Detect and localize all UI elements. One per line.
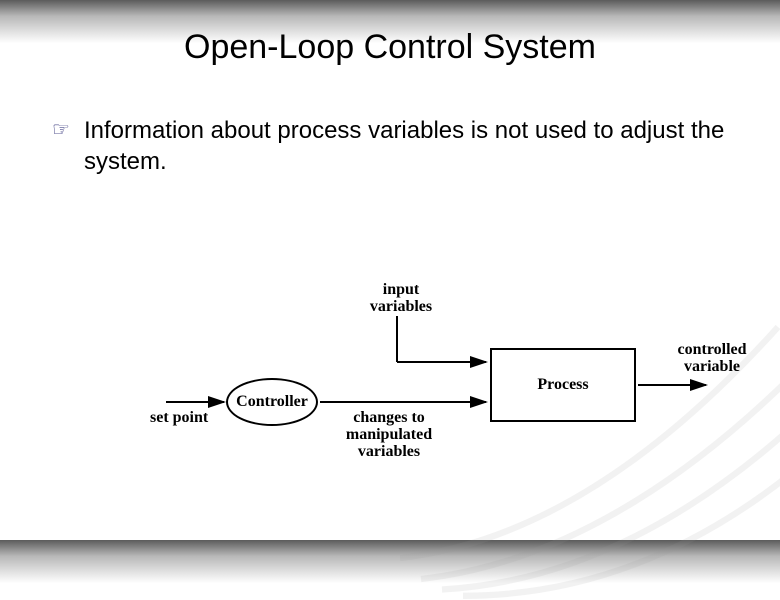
label-controller: Controller [236, 394, 308, 411]
page-title: Open-Loop Control System [0, 0, 780, 67]
bullet-text: Information about process variables is n… [84, 115, 740, 177]
open-loop-diagram: set point Controller inputvariables chan… [0, 0, 780, 540]
bullet-item: ☞ Information about process variables is… [0, 115, 780, 177]
label-controlled-variable: controlledvariable [670, 342, 754, 376]
label-input-variables: inputvariables [366, 282, 436, 316]
pointer-icon: ☞ [52, 117, 70, 142]
process-node: Process [490, 348, 636, 422]
label-set-point: set point [150, 410, 208, 427]
diagram-lines [0, 0, 780, 540]
label-process: Process [537, 377, 588, 394]
background-swoosh [400, 180, 780, 600]
label-changes-to: changes tomanipulatedvariables [337, 410, 441, 460]
controller-node: Controller [226, 378, 318, 426]
